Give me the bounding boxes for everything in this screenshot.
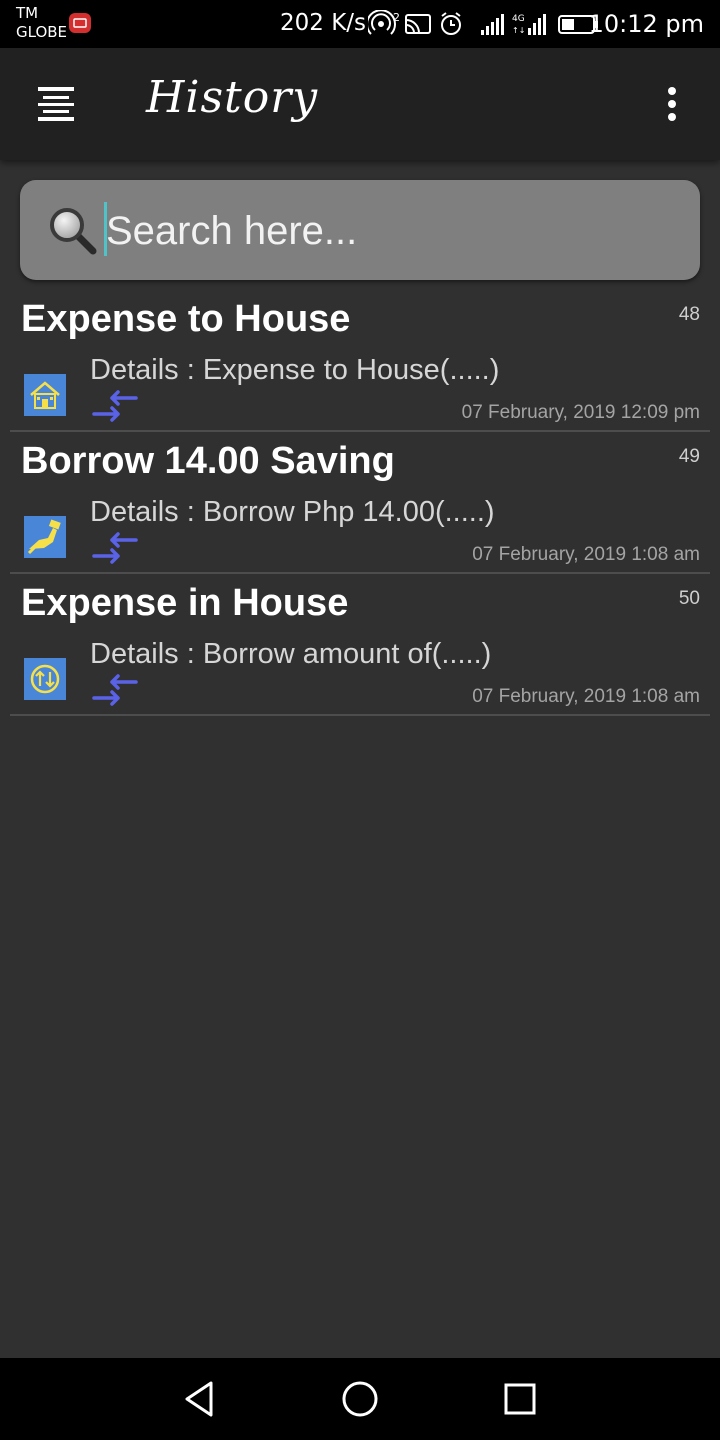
transfer-arrows-icon — [92, 390, 138, 422]
item-number: 50 — [678, 588, 700, 609]
carrier-name: TM GLOBE — [16, 4, 67, 42]
notification-icon — [69, 13, 91, 33]
back-icon[interactable] — [179, 1378, 221, 1420]
hamburger-menu-icon[interactable] — [34, 84, 78, 124]
item-details: Details : Expense to House(.....) — [90, 354, 500, 386]
list-item[interactable]: Borrow 14.00 Saving 49 Details : Borrow … — [0, 432, 720, 574]
item-details: Details : Borrow amount of(.....) — [90, 638, 492, 670]
carrier-line1: TM — [16, 4, 39, 22]
home-icon[interactable] — [339, 1378, 381, 1420]
item-number: 48 — [678, 304, 700, 325]
hand-money-icon — [24, 516, 66, 558]
svg-text:4G: 4G — [512, 14, 525, 24]
magnifier-icon — [50, 208, 97, 255]
status-icons: 2 4G ↑↓ — [368, 10, 598, 35]
hotspot-icon — [368, 10, 396, 35]
item-number: 49 — [678, 446, 700, 467]
navigation-bar — [0, 1358, 720, 1440]
item-title: Expense to House — [21, 298, 351, 340]
4g-signal-icon: 4G ↑↓ — [512, 14, 546, 35]
network-speed: 202 K/s — [280, 10, 367, 36]
transfer-circle-icon — [24, 658, 66, 700]
recents-icon[interactable] — [499, 1378, 541, 1420]
svg-text:↑↓: ↑↓ — [512, 26, 525, 35]
history-list: Expense to House 48 Details : Expense to… — [0, 290, 720, 716]
alarm-icon — [441, 12, 461, 35]
transfer-arrows-icon — [92, 674, 138, 706]
signal-icon — [481, 14, 504, 35]
status-bar: TM GLOBE 202 K/s 2 4G ↑↓ 10:12 pm — [0, 0, 720, 48]
app-bar: History — [0, 48, 720, 160]
more-vert-icon[interactable] — [656, 84, 688, 124]
search-input[interactable] — [104, 200, 674, 262]
house-icon — [24, 374, 66, 416]
carrier-line2: GLOBE — [16, 23, 68, 41]
item-details: Details : Borrow Php 14.00(.....) — [90, 496, 495, 528]
transfer-arrows-icon — [92, 532, 138, 564]
list-item[interactable]: Expense in House 50 Details : Borrow amo… — [0, 574, 720, 716]
list-item[interactable]: Expense to House 48 Details : Expense to… — [0, 290, 720, 432]
item-title: Expense in House — [21, 582, 349, 624]
search-bar — [20, 180, 700, 280]
clock: 10:12 pm — [588, 10, 704, 38]
cast-icon — [405, 14, 431, 34]
item-title: Borrow 14.00 Saving — [21, 440, 395, 482]
page-title: History — [146, 72, 319, 123]
item-date: 07 February, 2019 12:09 pm — [461, 402, 700, 423]
item-date: 07 February, 2019 1:08 am — [472, 544, 700, 565]
divider — [10, 714, 710, 716]
svg-text:2: 2 — [393, 11, 400, 24]
item-date: 07 February, 2019 1:08 am — [472, 686, 700, 707]
